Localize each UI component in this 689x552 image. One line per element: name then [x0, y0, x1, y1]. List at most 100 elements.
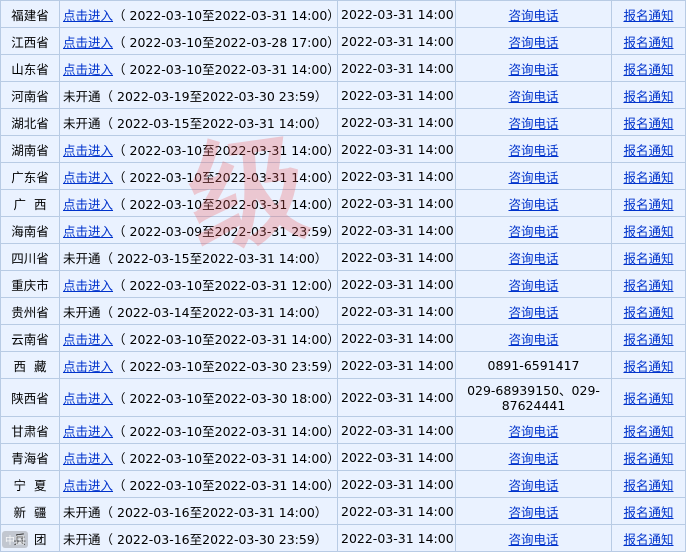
phone-link-cell: 咨询电话	[455, 216, 612, 244]
consult-phone-link[interactable]: 咨询电话	[508, 424, 558, 439]
registration-entry-cell: 未开通（ 2022-03-15至2022-03-31 14:00）	[59, 243, 338, 271]
table-row: 西 藏点击进入（ 2022-03-10至2022-03-30 23:59） 202…	[0, 351, 689, 379]
phone-link-cell: 咨询电话	[455, 243, 612, 271]
phone-link-cell: 咨询电话	[455, 470, 612, 498]
registration-notice-link[interactable]: 报名通知	[623, 278, 673, 293]
enter-registration-link[interactable]: 点击进入	[63, 62, 113, 77]
registration-notice-link[interactable]: 报名通知	[623, 116, 673, 131]
registration-notice-link[interactable]: 报名通知	[623, 359, 673, 374]
print-time-cell: 2022-03-31 14:00	[337, 135, 456, 163]
notice-link-cell: 报名通知	[611, 297, 686, 325]
registration-notice-link[interactable]: 报名通知	[623, 391, 673, 406]
phone-link-cell: 咨询电话	[455, 54, 612, 82]
province-cell: 新 疆	[0, 497, 60, 525]
registration-entry-cell: 未开通（ 2022-03-19至2022-03-30 23:59）	[59, 81, 338, 109]
registration-notice-link[interactable]: 报名通知	[623, 305, 673, 320]
notice-link-cell: 报名通知	[611, 470, 686, 498]
registration-entry-cell: 点击进入（ 2022-03-10至2022-03-31 14:00）	[59, 135, 338, 163]
table-row: 甘肃省 点击进入（ 2022-03-10至2022-03-31 14:00） 202…	[0, 416, 689, 444]
table-row: 青海省 点击进入（ 2022-03-10至2022-03-31 14:00） 202…	[0, 443, 689, 471]
consult-phone-link[interactable]: 咨询电话	[508, 8, 558, 23]
registration-date-range: （ 2022-03-15至2022-03-31 14:00）	[100, 250, 328, 266]
table-row: 山东省 点击进入（ 2022-03-10至2022-03-31 14:00） 202…	[0, 54, 689, 82]
registration-date-range: （ 2022-03-10至2022-03-31 14:00）	[113, 423, 338, 439]
consult-phone-link[interactable]: 咨询电话	[508, 197, 558, 212]
consult-phone-link[interactable]: 咨询电话	[508, 332, 558, 347]
table-edge-spacer	[685, 162, 689, 190]
table-row: 四川省 未开通（ 2022-03-15至2022-03-31 14:00） 2022…	[0, 243, 689, 271]
province-cell: 海南省	[0, 216, 60, 244]
consult-phone-link[interactable]: 咨询电话	[508, 224, 558, 239]
consult-phone-link[interactable]: 咨询电话	[508, 62, 558, 77]
registration-notice-link[interactable]: 报名通知	[623, 197, 673, 212]
consult-phone-link[interactable]: 咨询电话	[508, 478, 558, 493]
phone-number: 029-68939150、029-87624441	[467, 382, 600, 413]
registration-notice-link[interactable]: 报名通知	[623, 224, 673, 239]
registration-notice-link[interactable]: 报名通知	[623, 170, 673, 185]
table-edge-spacer	[685, 416, 689, 444]
consult-phone-link[interactable]: 咨询电话	[508, 35, 558, 50]
registration-notice-link[interactable]: 报名通知	[623, 478, 673, 493]
consult-phone-link[interactable]: 咨询电话	[508, 116, 558, 131]
enter-registration-link[interactable]: 点击进入	[63, 451, 113, 466]
print-time-cell: 2022-03-31 14:00	[337, 216, 456, 244]
enter-registration-link[interactable]: 点击进入	[63, 391, 113, 406]
print-time-cell: 2022-03-31 14:00	[337, 297, 456, 325]
enter-registration-link[interactable]: 点击进入	[63, 224, 113, 239]
registration-notice-link[interactable]: 报名通知	[623, 89, 673, 104]
registration-notice-link[interactable]: 报名通知	[623, 451, 673, 466]
registration-notice-link[interactable]: 报名通知	[623, 532, 673, 547]
print-time-cell: 2022-03-31 14:00	[337, 162, 456, 190]
registration-date-range: （ 2022-03-19至2022-03-30 23:59）	[100, 88, 328, 104]
not-open-label: 未开通	[63, 250, 101, 266]
consult-phone-link[interactable]: 咨询电话	[508, 89, 558, 104]
consult-phone-link[interactable]: 咨询电话	[508, 532, 558, 547]
registration-notice-link[interactable]: 报名通知	[623, 424, 673, 439]
consult-phone-link[interactable]: 咨询电话	[508, 505, 558, 520]
table-edge-spacer	[685, 524, 689, 552]
phone-link-cell: 咨询电话	[455, 524, 612, 552]
province-cell: 江西省	[0, 27, 60, 55]
consult-phone-link[interactable]: 咨询电话	[508, 305, 558, 320]
notice-link-cell: 报名通知	[611, 27, 686, 55]
enter-registration-link[interactable]: 点击进入	[63, 359, 113, 374]
registration-notice-link[interactable]: 报名通知	[623, 62, 673, 77]
consult-phone-link[interactable]: 咨询电话	[508, 143, 558, 158]
enter-registration-link[interactable]: 点击进入	[63, 35, 113, 50]
phone-link-cell: 咨询电话	[455, 443, 612, 471]
phone-link-cell: 咨询电话	[455, 162, 612, 190]
table-edge-spacer	[685, 443, 689, 471]
notice-link-cell: 报名通知	[611, 108, 686, 136]
registration-date-range: （ 2022-03-10至2022-03-31 14:00）	[113, 169, 338, 185]
enter-registration-link[interactable]: 点击进入	[63, 424, 113, 439]
enter-registration-link[interactable]: 点击进入	[63, 197, 113, 212]
registration-entry-cell: 点击进入（ 2022-03-10至2022-03-31 14:00）	[59, 54, 338, 82]
registration-date-range: （ 2022-03-10至2022-03-28 17:00）	[113, 34, 338, 50]
registration-notice-link[interactable]: 报名通知	[623, 143, 673, 158]
province-cell: 湖南省	[0, 135, 60, 163]
enter-registration-link[interactable]: 点击进入	[63, 170, 113, 185]
enter-registration-link[interactable]: 点击进入	[63, 8, 113, 23]
enter-registration-link[interactable]: 点击进入	[63, 143, 113, 158]
registration-notice-link[interactable]: 报名通知	[623, 332, 673, 347]
enter-registration-link[interactable]: 点击进入	[63, 332, 113, 347]
table-edge-spacer	[685, 497, 689, 525]
registration-notice-link[interactable]: 报名通知	[623, 8, 673, 23]
enter-registration-link[interactable]: 点击进入	[63, 278, 113, 293]
phone-number-cell: 0891-6591417	[455, 351, 612, 379]
consult-phone-link[interactable]: 咨询电话	[508, 170, 558, 185]
registration-notice-link[interactable]: 报名通知	[623, 505, 673, 520]
registration-date-range: （ 2022-03-10至2022-03-31 14:00）	[113, 142, 338, 158]
province-cell: 西 藏	[0, 351, 60, 379]
consult-phone-link[interactable]: 咨询电话	[508, 278, 558, 293]
enter-registration-link[interactable]: 点击进入	[63, 478, 113, 493]
registration-entry-cell: 点击进入（ 2022-03-10至2022-03-31 12:00）	[59, 270, 338, 298]
consult-phone-link[interactable]: 咨询电话	[508, 251, 558, 266]
registration-notice-link[interactable]: 报名通知	[623, 251, 673, 266]
table-row: 重庆市 点击进入（ 2022-03-10至2022-03-31 12:00） 202…	[0, 270, 689, 298]
phone-link-cell: 咨询电话	[455, 189, 612, 217]
consult-phone-link[interactable]: 咨询电话	[508, 451, 558, 466]
table-row: 贵州省 未开通（ 2022-03-14至2022-03-31 14:00） 2022…	[0, 297, 689, 325]
province-cell: 河南省	[0, 81, 60, 109]
registration-notice-link[interactable]: 报名通知	[623, 35, 673, 50]
